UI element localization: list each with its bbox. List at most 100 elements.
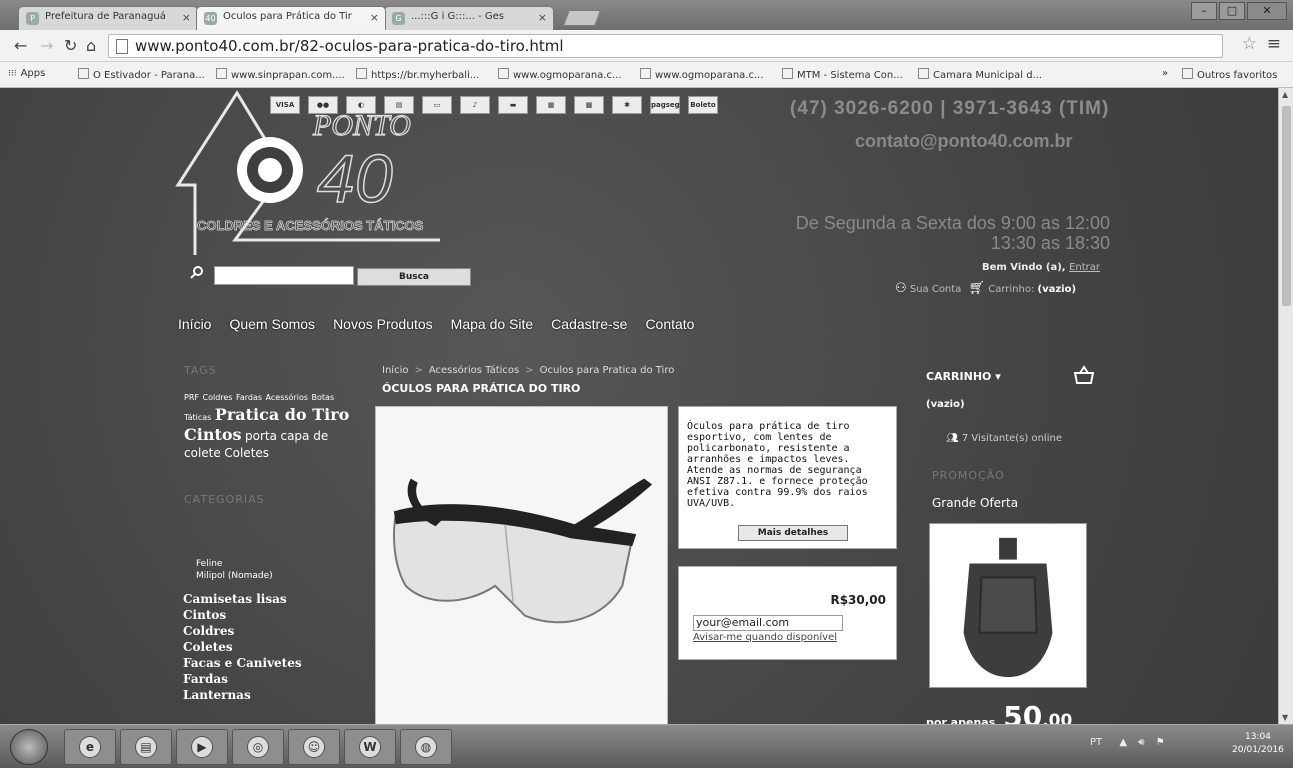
taskbar-firefox[interactable]: ☺ [288,729,340,765]
card-icon: ✱ [612,96,642,114]
cart-link[interactable]: Carrinho: [988,284,1034,295]
close-tab-icon[interactable]: × [370,11,379,24]
taskbar-ie[interactable]: e [64,729,116,765]
bookmark-apps[interactable]: ⁝⁝⁝ Apps [8,68,45,79]
bookmark-item[interactable]: O Estivador - Parana... [78,68,205,81]
breadcrumb-link[interactable]: Acessórios Táticos [429,365,519,376]
bookmarks-bar: ⁝⁝⁝ Apps O Estivador - Parana... www.sinp… [0,62,1293,88]
tag-link[interactable]: Pratica do Tiro [215,405,350,424]
card-icon: ▩ [574,96,604,114]
tag-link[interactable]: Cintos [184,425,242,444]
back-icon[interactable]: ← [14,36,27,56]
tag-link[interactable]: Fardas [236,393,262,402]
breadcrumb-link[interactable]: Início [382,365,408,376]
tag-link[interactable]: Acessórios [266,393,308,402]
tag-link[interactable]: Coletes [224,446,269,460]
account-icon: ⚇ [895,281,907,296]
category-link[interactable]: Coldres [183,623,302,639]
notify-email-input[interactable]: your@email.com [693,615,843,631]
clock[interactable]: 13:04 20/01/2016 [1232,731,1284,757]
product-image-glasses[interactable] [375,406,668,724]
bookmark-item[interactable]: https://br.myherbali... [356,68,479,81]
nav-contato[interactable]: Contato [645,316,694,332]
forward-icon[interactable]: → [40,36,53,56]
bookmark-item[interactable]: www.sinprapan.com.... [216,68,345,81]
more-details-button[interactable]: Mais detalhes [738,525,848,541]
reload-icon[interactable]: ↻ [64,36,77,56]
home-icon[interactable]: ⌂ [86,36,96,56]
tab-prefeitura[interactable]: P Prefeitura de Paranaguá × [18,6,198,30]
subcategory-link[interactable]: Feline [196,558,273,570]
tag-link[interactable]: Coldres [202,393,232,402]
volume-icon[interactable]: 🔊︎ [1138,737,1144,748]
start-button[interactable] [10,729,48,765]
notify-when-available-link[interactable]: Avisar-me quando disponível [693,632,837,643]
taskbar-chrome[interactable]: ◎ [232,729,284,765]
folder-icon: ▤ [135,736,157,758]
category-link[interactable]: Coletes [183,639,302,655]
flag-icon[interactable]: ⚑ [1156,737,1165,748]
category-link[interactable]: Fardas [183,671,302,687]
category-link[interactable]: Cintos [183,607,302,623]
account-link[interactable]: Sua Conta [910,284,961,295]
bookmark-item[interactable]: MTM - Sistema Con... [782,68,903,81]
address-bar[interactable]: www.ponto40.com.br/82-oculos-para-pratic… [108,34,1223,58]
chrome-icon: ◎ [247,736,269,758]
ponto40-logo[interactable]: PONTO 40 COLDRES E ACESSÓRIOS TÁTICOS [175,90,465,265]
bookmark-item[interactable]: www.ogmoparana.c... [640,68,764,81]
minimize-icon[interactable]: – [1191,2,1217,20]
welcome-message: Bem Vindo (a), Entrar [981,262,1100,273]
tags-title: TAGS [184,364,217,377]
category-link[interactable]: Facas e Canivetes [183,655,302,671]
users-icon: 👥︎ [946,433,959,444]
network-icon[interactable]: ▲ [1119,737,1127,748]
bookmark-item[interactable]: www.ogmoparana.c... [498,68,622,81]
subcategory-link[interactable]: Milipol (Nomade) [196,570,273,582]
new-tab-button[interactable] [563,10,601,26]
language-indicator[interactable]: PT [1090,737,1102,748]
login-link[interactable]: Entrar [1069,262,1100,273]
nav-novos-produtos[interactable]: Novos Produtos [333,316,433,332]
tag-link[interactable]: PRF [184,393,199,402]
nav-cadastre-se[interactable]: Cadastre-se [551,316,627,332]
other-bookmarks[interactable]: Outros favoritos [1182,68,1277,81]
vertical-scrollbar[interactable]: ▲ ▼ [1278,88,1293,724]
bookmark-item[interactable]: Camara Municipal d... [918,68,1042,81]
basket-icon[interactable] [1073,365,1095,385]
tag-link[interactable]: porta [245,429,277,443]
search-input[interactable] [214,266,354,285]
nav-mapa-do-site[interactable]: Mapa do Site [451,316,534,332]
nav-inicio[interactable]: Início [178,316,211,332]
tab-label: ...:::G i G:::... - Ges [411,11,504,22]
close-tab-icon[interactable]: × [182,11,191,24]
tab-gig[interactable]: G ...:::G i G:::... - Ges × [384,6,554,30]
scroll-thumb[interactable] [1282,106,1291,306]
app-icon: ◍ [415,736,437,758]
tab-oculos[interactable]: 40 Oculos para Prática do Tir × [196,6,386,30]
boleto-icon: Boleto [688,96,718,114]
taskbar-explorer[interactable]: ▤ [120,729,172,765]
scroll-up-icon[interactable]: ▲ [1282,90,1288,99]
category-link[interactable]: Camisetas lisas [183,591,302,607]
card-icon: ▦ [536,96,566,114]
bookmark-star-icon[interactable]: ☆ [1242,34,1257,54]
search-button[interactable]: Busca [357,268,471,286]
taskbar-word[interactable]: W [344,729,396,765]
apps-icon: ⁝⁝⁝ [8,69,17,79]
menu-icon[interactable]: ≡ [1267,34,1281,54]
offer-image-holster[interactable] [929,523,1087,688]
bookmarks-overflow[interactable]: » [1162,68,1168,79]
categories-title: CATEGORIAS [184,493,265,506]
nav-quem-somos[interactable]: Quem Somos [229,316,315,332]
windows-taskbar: e ▤ ▶ ◎ ☺ W ◍ PT ▲ 🔊︎ ⚑ 13:04 20/01/2016 [0,724,1293,768]
category-link[interactable]: Lanternas [183,687,302,703]
taskbar-app[interactable]: ◍ [400,729,452,765]
contact-email[interactable]: contato@ponto40.com.br [855,131,1073,152]
media-player-icon: ▶ [191,736,213,758]
taskbar-media[interactable]: ▶ [176,729,228,765]
scroll-down-icon[interactable]: ▼ [1282,713,1288,722]
close-tab-icon[interactable]: × [538,11,547,24]
cart-title[interactable]: CARRINHO ▾ [926,370,1001,383]
close-window-icon[interactable]: ✕ [1247,2,1287,20]
maximize-icon[interactable]: □ [1219,2,1245,20]
